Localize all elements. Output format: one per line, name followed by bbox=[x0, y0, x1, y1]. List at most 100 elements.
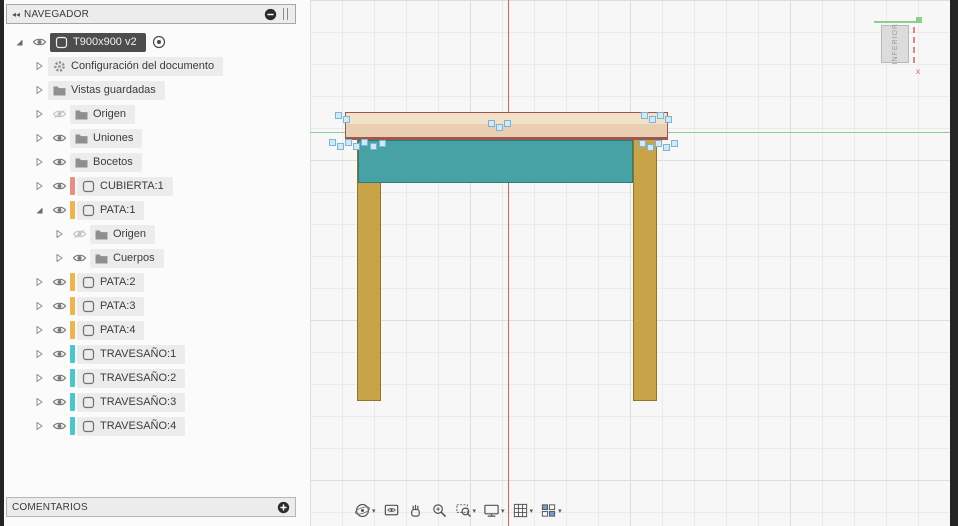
expand-arrow-icon[interactable] bbox=[30, 181, 48, 191]
selection-handle[interactable] bbox=[639, 140, 646, 147]
selection-handle[interactable] bbox=[337, 143, 344, 150]
dropdown-caret-icon[interactable]: ▾ bbox=[501, 507, 505, 515]
visibility-eye-icon[interactable] bbox=[48, 133, 70, 143]
tree-item-pata-4[interactable]: PATA:4 bbox=[4, 318, 308, 342]
tree-item-labelbox[interactable]: PATA:2 bbox=[77, 272, 145, 292]
tree-item-pata-3[interactable]: PATA:3 bbox=[4, 294, 308, 318]
selection-handle[interactable] bbox=[504, 120, 511, 127]
add-comment-icon[interactable] bbox=[277, 501, 290, 514]
tree-item-labelbox[interactable]: PATA:3 bbox=[77, 296, 145, 316]
selection-handle[interactable] bbox=[343, 116, 350, 123]
tree-item-travesa-o-2[interactable]: TRAVESAÑO:2 bbox=[4, 366, 308, 390]
tree-item-travesa-o-3[interactable]: TRAVESAÑO:3 bbox=[4, 390, 308, 414]
model-viewport[interactable]: INFERIOR x ▾ ▾ ▾ ▾ ▾ bbox=[310, 0, 950, 526]
visibility-eye-icon[interactable] bbox=[68, 229, 90, 239]
selection-handle[interactable] bbox=[379, 140, 386, 147]
activate-component-radio[interactable] bbox=[152, 35, 166, 49]
display-settings-button[interactable]: ▾ bbox=[481, 501, 507, 520]
collapse-arrow-icon[interactable] bbox=[10, 37, 28, 47]
tree-item-vistas-guardadas[interactable]: Vistas guardadas bbox=[4, 78, 308, 102]
tree-item-labelbox[interactable]: Uniones bbox=[70, 128, 143, 148]
tree-item-origen[interactable]: Origen bbox=[4, 222, 308, 246]
expand-arrow-icon[interactable] bbox=[30, 157, 48, 167]
visibility-eye-icon[interactable] bbox=[68, 253, 90, 263]
tree-item-labelbox[interactable]: TRAVESAÑO:3 bbox=[77, 392, 186, 412]
selection-handle[interactable] bbox=[370, 143, 377, 150]
tree-item-uniones[interactable]: Uniones bbox=[4, 126, 308, 150]
expand-arrow-icon[interactable] bbox=[30, 397, 48, 407]
selection-handle[interactable] bbox=[647, 144, 654, 151]
visibility-eye-icon[interactable] bbox=[48, 397, 70, 407]
tree-item-travesa-o-4[interactable]: TRAVESAÑO:4 bbox=[4, 414, 308, 438]
visibility-eye-icon[interactable] bbox=[48, 277, 70, 287]
selection-handle[interactable] bbox=[641, 112, 648, 119]
tree-item-t900x900-v2[interactable]: T900x900 v2 bbox=[4, 30, 308, 54]
fit-button[interactable]: ▾ bbox=[453, 501, 479, 520]
tree-item-labelbox[interactable]: TRAVESAÑO:4 bbox=[77, 416, 186, 436]
tree-item-labelbox[interactable]: CUBIERTA:1 bbox=[77, 176, 173, 196]
dropdown-caret-icon[interactable]: ▾ bbox=[558, 507, 562, 515]
expand-arrow-icon[interactable] bbox=[30, 301, 48, 311]
expand-arrow-icon[interactable] bbox=[30, 133, 48, 143]
visibility-eye-icon[interactable] bbox=[48, 109, 70, 119]
comments-bar[interactable]: COMENTARIOS bbox=[6, 497, 296, 517]
expand-arrow-icon[interactable] bbox=[30, 373, 48, 383]
selection-handle[interactable] bbox=[335, 112, 342, 119]
tree-item-labelbox[interactable]: PATA:1 bbox=[77, 200, 145, 220]
viewports-button[interactable]: ▾ bbox=[538, 501, 564, 520]
tree-item-origen[interactable]: Origen bbox=[4, 102, 308, 126]
tree-item-labelbox[interactable]: PATA:4 bbox=[77, 320, 145, 340]
visibility-eye-icon[interactable] bbox=[48, 373, 70, 383]
selection-handle[interactable] bbox=[649, 116, 656, 123]
tree-item-cubierta-1[interactable]: CUBIERTA:1 bbox=[4, 174, 308, 198]
visibility-eye-icon[interactable] bbox=[48, 349, 70, 359]
table-leg-right[interactable] bbox=[633, 139, 657, 401]
selection-handle[interactable] bbox=[345, 139, 352, 146]
expand-arrow-icon[interactable] bbox=[30, 109, 48, 119]
tree-item-cuerpos[interactable]: Cuerpos bbox=[4, 246, 308, 270]
visibility-eye-icon[interactable] bbox=[48, 205, 70, 215]
selection-handle[interactable] bbox=[496, 124, 503, 131]
expand-arrow-icon[interactable] bbox=[30, 349, 48, 359]
selection-handle[interactable] bbox=[488, 120, 495, 127]
visibility-eye-icon[interactable] bbox=[28, 37, 50, 47]
tree-item-labelbox[interactable]: TRAVESAÑO:1 bbox=[77, 344, 186, 364]
minimize-panel-icon[interactable] bbox=[264, 8, 277, 21]
tree-item-bocetos[interactable]: Bocetos bbox=[4, 150, 308, 174]
visibility-eye-icon[interactable] bbox=[48, 181, 70, 191]
expand-arrow-icon[interactable] bbox=[30, 421, 48, 431]
dropdown-caret-icon[interactable]: ▾ bbox=[372, 507, 376, 515]
selection-handle[interactable] bbox=[657, 112, 664, 119]
tree-item-pata-2[interactable]: PATA:2 bbox=[4, 270, 308, 294]
zoom-button[interactable] bbox=[429, 501, 450, 520]
view-orientation-indicator[interactable]: INFERIOR x bbox=[874, 14, 924, 80]
tree-item-labelbox[interactable]: Bocetos bbox=[70, 152, 142, 172]
expand-arrow-icon[interactable] bbox=[30, 325, 48, 335]
visibility-eye-icon[interactable] bbox=[48, 157, 70, 167]
look-at-button[interactable] bbox=[381, 501, 402, 520]
visibility-eye-icon[interactable] bbox=[48, 301, 70, 311]
expand-arrow-icon[interactable] bbox=[30, 61, 48, 71]
panel-grip[interactable] bbox=[283, 8, 288, 20]
tree-item-configuraci-n-del-documento[interactable]: Configuración del documento bbox=[4, 54, 308, 78]
visibility-eye-icon[interactable] bbox=[48, 421, 70, 431]
tree-item-labelbox[interactable]: Cuerpos bbox=[90, 248, 164, 268]
selection-handle[interactable] bbox=[671, 140, 678, 147]
tree-item-labelbox[interactable]: Configuración del documento bbox=[48, 56, 224, 76]
viewcube-face[interactable]: INFERIOR bbox=[881, 23, 909, 65]
selection-handle[interactable] bbox=[329, 139, 336, 146]
collapse-arrow-icon[interactable] bbox=[30, 205, 48, 215]
expand-arrow-icon[interactable] bbox=[50, 229, 68, 239]
selection-handle[interactable] bbox=[353, 143, 360, 150]
selection-handle[interactable] bbox=[655, 140, 662, 147]
expand-arrow-icon[interactable] bbox=[30, 85, 48, 95]
dropdown-caret-icon[interactable]: ▾ bbox=[473, 507, 477, 515]
tree-item-travesa-o-1[interactable]: TRAVESAÑO:1 bbox=[4, 342, 308, 366]
tree-item-labelbox[interactable]: Origen bbox=[70, 104, 136, 124]
tree-item-labelbox[interactable]: Origen bbox=[90, 224, 156, 244]
tree-item-labelbox[interactable]: Vistas guardadas bbox=[48, 80, 165, 100]
tree-item-pata-1[interactable]: PATA:1 bbox=[4, 198, 308, 222]
orbit-button[interactable]: ▾ bbox=[352, 501, 378, 520]
dropdown-caret-icon[interactable]: ▾ bbox=[530, 507, 534, 515]
grid-display-button[interactable]: ▾ bbox=[510, 501, 536, 520]
